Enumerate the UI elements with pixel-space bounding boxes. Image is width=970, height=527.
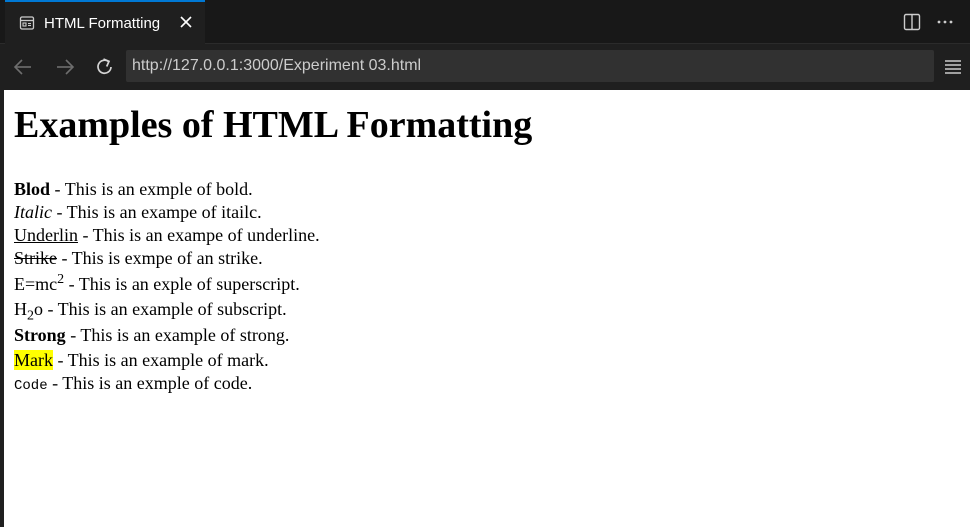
browser-nav-bar xyxy=(0,44,970,90)
superscript-base: E=mc xyxy=(14,274,58,294)
bold-desc: - This is an exmple of bold. xyxy=(50,179,253,199)
italic-desc: - This is an exampe of itailc. xyxy=(52,202,262,222)
close-icon[interactable] xyxy=(177,13,195,31)
example-strike: Strike - This is exmpe of an strike. xyxy=(14,247,970,270)
tab-bar: HTML Formatting xyxy=(0,0,970,44)
formatting-examples: Blod - This is an exmple of bold. Italic… xyxy=(14,178,970,398)
menu-icon[interactable] xyxy=(943,57,963,77)
tab-html-formatting[interactable]: HTML Formatting xyxy=(5,0,205,44)
example-italic: Italic - This is an exampe of itailc. xyxy=(14,201,970,224)
split-editor-icon[interactable] xyxy=(903,13,921,31)
mark-desc: - This is an example of mark. xyxy=(53,350,269,370)
editor-edge xyxy=(0,90,4,527)
subscript-base: H xyxy=(14,299,27,319)
preview-icon xyxy=(19,16,35,30)
page-title: Examples of HTML Formatting xyxy=(14,104,533,146)
code-term: Code xyxy=(14,378,48,394)
bold-term: Blod xyxy=(14,179,51,199)
mark-term: Mark xyxy=(14,350,53,370)
url-input[interactable] xyxy=(126,50,934,82)
tab-title: HTML Formatting xyxy=(44,14,161,32)
superscript-desc: - This is an exple of superscript. xyxy=(64,274,300,294)
subscript-base-after: o xyxy=(34,299,43,319)
example-bold: Blod - This is an exmple of bold. xyxy=(14,178,970,201)
example-subscript: H2o - This is an example of subscript. xyxy=(14,298,970,323)
strong-desc: - This is an example of strong. xyxy=(65,325,290,345)
underline-term: Underlin xyxy=(14,225,78,245)
page-content: Examples of HTML Formatting Blod - This … xyxy=(14,90,970,398)
forward-arrow-icon[interactable] xyxy=(54,56,76,78)
example-mark: Mark - This is an example of mark. xyxy=(14,349,970,372)
strike-desc: - This is exmpe of an strike. xyxy=(57,248,263,268)
more-actions-icon[interactable] xyxy=(935,12,955,32)
underline-desc: - This is an exampe of underline. xyxy=(77,225,320,245)
subscript-desc: - This is an example of subscript. xyxy=(43,299,287,319)
back-arrow-icon[interactable] xyxy=(12,56,34,78)
reload-icon[interactable] xyxy=(94,56,116,78)
example-code: Code - This is an exmple of code. xyxy=(14,372,970,398)
example-underline: Underlin - This is an exampe of underlin… xyxy=(14,224,970,247)
strike-term: Strike xyxy=(14,248,57,268)
italic-term: Italic xyxy=(14,202,52,222)
strong-term: Strong xyxy=(14,325,66,345)
example-superscript: E=mc2 - This is an exple of superscript. xyxy=(14,270,970,298)
example-strong: Strong - This is an example of strong. xyxy=(14,321,970,349)
code-desc: - This is an exmple of code. xyxy=(47,373,253,393)
